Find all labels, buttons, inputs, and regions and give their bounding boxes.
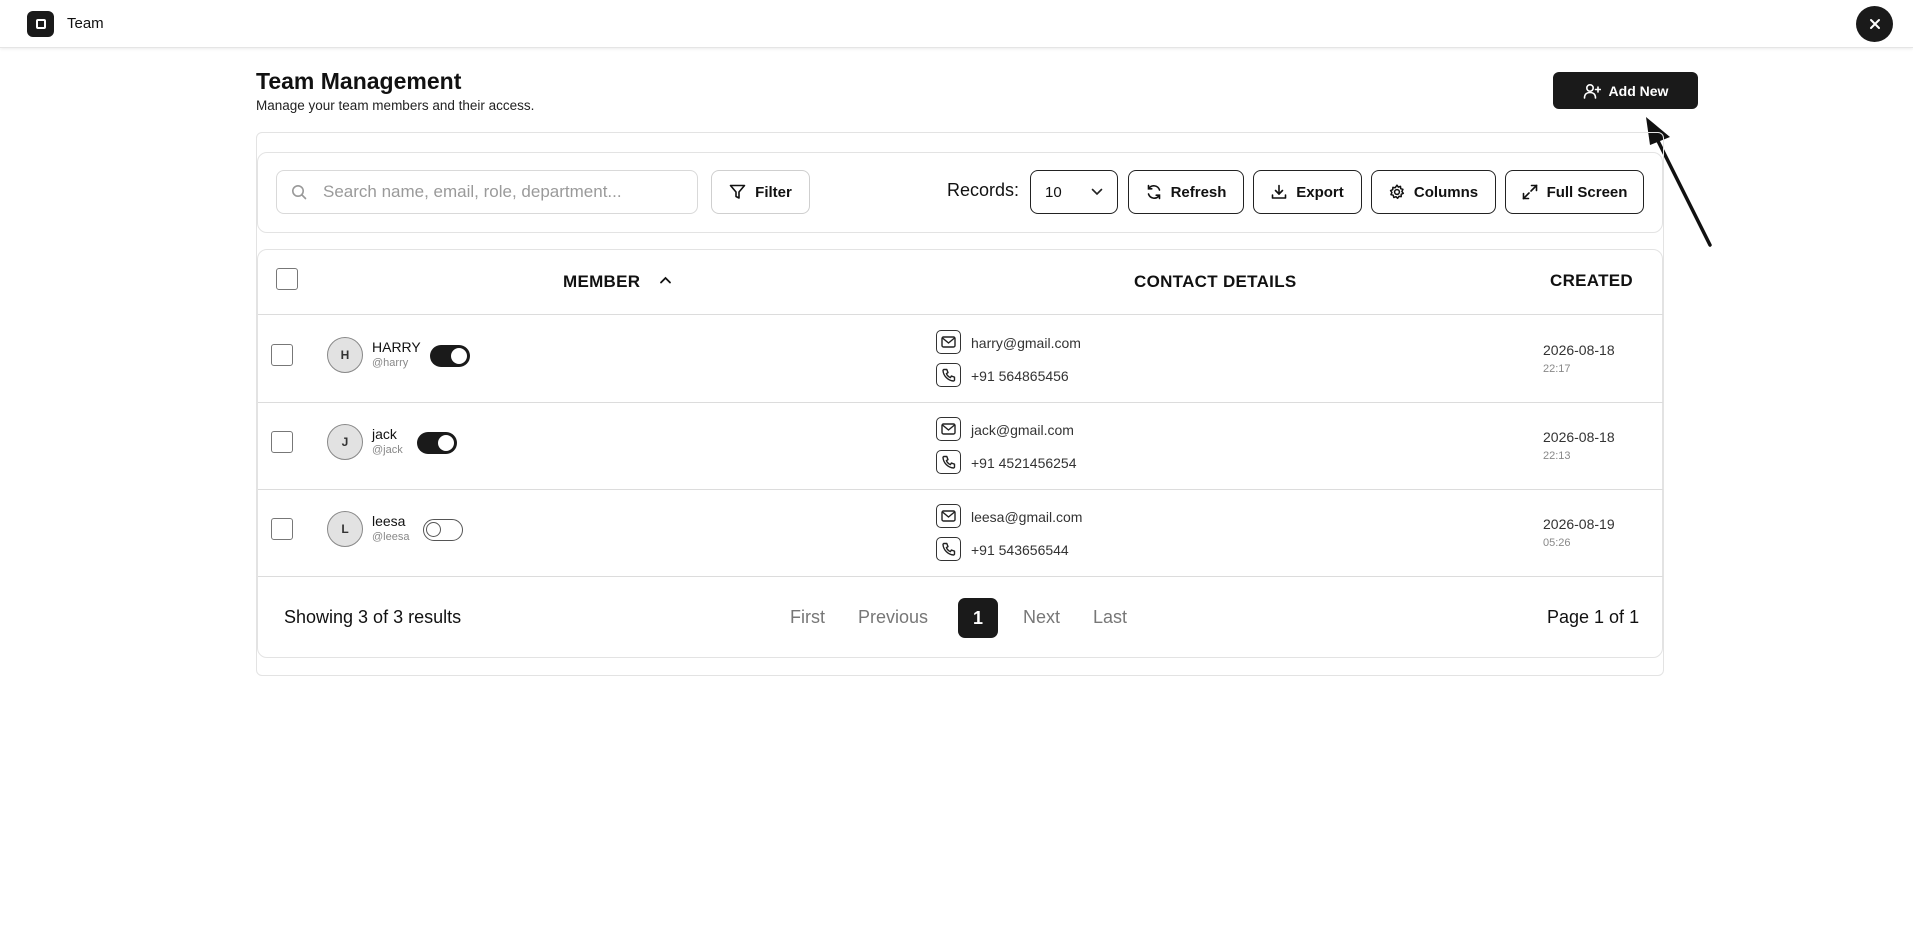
records-label: Records: <box>947 180 1020 200</box>
columns-label: Columns <box>1413 183 1479 201</box>
avatar: L <box>327 511 363 547</box>
member-email: leesa@gmail.com <box>971 509 1083 525</box>
search-box[interactable] <box>276 170 698 214</box>
mail-icon <box>936 504 961 528</box>
member-name: jack <box>372 426 397 442</box>
row-checkbox[interactable] <box>271 344 293 366</box>
export-label: Export <box>1296 183 1344 201</box>
refresh-icon <box>1147 184 1160 200</box>
divider <box>258 314 1663 315</box>
member-phone: +91 4521456254 <box>971 455 1077 471</box>
created-date: 2026-08-19 <box>1543 516 1615 532</box>
created-time: 22:13 <box>1543 450 1571 462</box>
chevron-down-icon <box>1091 188 1103 196</box>
mail-icon <box>936 330 961 354</box>
member-email: jack@gmail.com <box>971 422 1074 438</box>
sort-ascending-icon[interactable] <box>659 275 672 285</box>
download-icon <box>1271 184 1287 199</box>
pagination-last[interactable]: Last <box>1093 607 1127 628</box>
top-bar: Team <box>0 0 1913 48</box>
app-logo-icon <box>27 11 54 37</box>
expand-icon <box>1522 184 1537 200</box>
member-username: @jack <box>372 444 403 456</box>
pagination-first[interactable]: First <box>790 607 825 628</box>
close-button[interactable] <box>1856 6 1893 42</box>
member-username: @leesa <box>372 531 410 543</box>
divider <box>258 576 1663 577</box>
phone-icon <box>936 450 961 474</box>
row-checkbox[interactable] <box>271 431 293 453</box>
filter-label: Filter <box>755 183 792 201</box>
row-checkbox[interactable] <box>271 518 293 540</box>
filter-icon <box>729 184 746 199</box>
results-summary: Showing 3 of 3 results <box>284 607 462 627</box>
divider <box>258 402 1663 403</box>
pagination-current-page[interactable]: 1 <box>958 598 998 638</box>
refresh-label: Refresh <box>1170 183 1227 201</box>
column-header-created[interactable]: CREATED <box>1550 271 1633 291</box>
member-username: @harry <box>372 357 409 369</box>
status-toggle[interactable] <box>417 432 457 454</box>
page-info: Page 1 of 1 <box>1547 607 1640 627</box>
app-title: Team <box>67 15 104 32</box>
status-toggle[interactable] <box>423 519 463 541</box>
column-header-contact: CONTACT DETAILS <box>1134 272 1297 291</box>
user-plus-icon <box>1583 83 1601 99</box>
filter-button[interactable]: Filter <box>711 170 810 214</box>
phone-icon <box>936 363 961 387</box>
column-header-member[interactable]: MEMBER <box>563 272 640 292</box>
select-all-checkbox[interactable] <box>276 268 298 290</box>
refresh-button[interactable]: Refresh <box>1128 170 1244 214</box>
pagination-previous[interactable]: Previous <box>858 607 928 628</box>
records-select[interactable]: 10 <box>1030 170 1118 214</box>
avatar: H <box>327 337 363 373</box>
add-new-label: Add New <box>1608 82 1669 99</box>
fullscreen-label: Full Screen <box>1546 183 1628 201</box>
member-email: harry@gmail.com <box>971 335 1081 351</box>
search-icon <box>292 185 307 200</box>
page-title: Team Management <box>256 68 462 94</box>
divider <box>258 489 1663 490</box>
created-date: 2026-08-18 <box>1543 429 1615 445</box>
close-icon <box>1869 19 1880 29</box>
columns-button[interactable]: Columns <box>1371 170 1496 214</box>
add-new-button[interactable]: Add New <box>1553 72 1698 109</box>
mail-icon <box>936 417 961 441</box>
member-phone: +91 564865456 <box>971 368 1069 384</box>
created-time: 05:26 <box>1543 537 1571 549</box>
export-button[interactable]: Export <box>1253 170 1362 214</box>
pagination-next[interactable]: Next <box>1023 607 1060 628</box>
records-value: 10 <box>1045 183 1062 201</box>
avatar: J <box>327 424 363 460</box>
member-name: leesa <box>372 513 406 529</box>
page-subtitle: Manage your team members and their acces… <box>256 98 535 113</box>
search-input[interactable] <box>323 182 663 202</box>
phone-icon <box>936 537 961 561</box>
member-phone: +91 543656544 <box>971 542 1069 558</box>
member-name: HARRY <box>372 339 421 355</box>
status-toggle[interactable] <box>430 345 470 367</box>
created-date: 2026-08-18 <box>1543 342 1615 358</box>
gear-icon <box>1389 184 1404 200</box>
created-time: 22:17 <box>1543 363 1571 375</box>
fullscreen-button[interactable]: Full Screen <box>1505 170 1644 214</box>
